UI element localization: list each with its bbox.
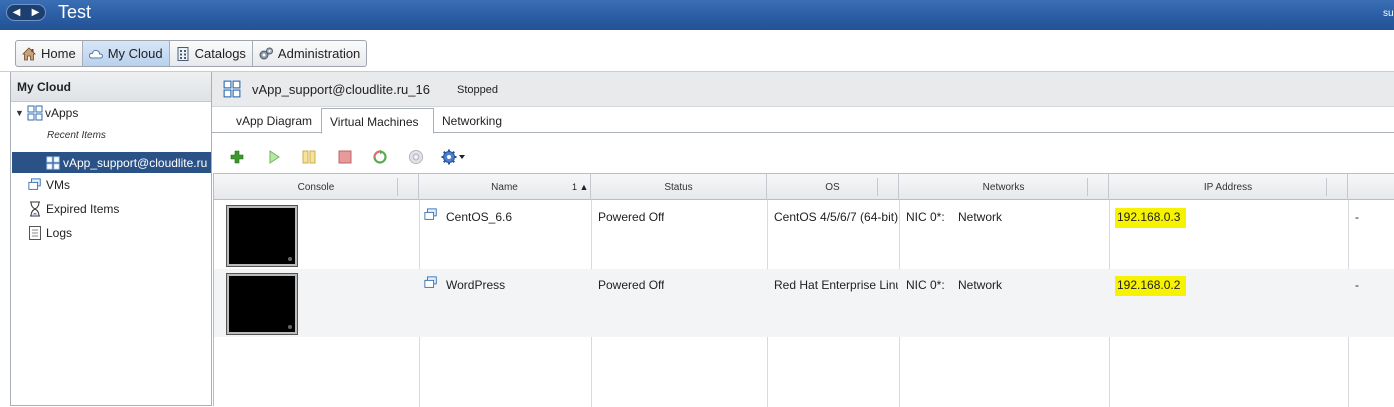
tab-virtual-machines[interactable]: Virtual Machines bbox=[321, 108, 434, 134]
nav-mycloud-label: My Cloud bbox=[107, 46, 163, 61]
column-ip-address[interactable]: IP Address bbox=[1109, 174, 1348, 200]
column-divider bbox=[1087, 178, 1088, 196]
power-on-icon[interactable] bbox=[266, 149, 282, 165]
column-networks[interactable]: Networks bbox=[899, 174, 1109, 200]
vapp-icon bbox=[27, 105, 43, 121]
sidebar-item-logs[interactable]: Logs bbox=[28, 224, 72, 242]
vm-extra-value: - bbox=[1355, 210, 1359, 224]
sort-indicator[interactable]: 1 ▲ bbox=[572, 182, 588, 192]
vm-toolbar bbox=[212, 144, 1394, 172]
vapp-status: Stopped bbox=[457, 84, 498, 96]
column-name[interactable]: Name bbox=[419, 174, 591, 200]
vm-name[interactable]: CentOS_6.6 bbox=[446, 210, 512, 224]
vm-console-thumbnail[interactable] bbox=[227, 206, 297, 266]
vapp-small-icon bbox=[46, 155, 60, 170]
suspend-icon[interactable] bbox=[301, 149, 317, 165]
sidebar-item-selected-vapp[interactable]: vApp_support@cloudlite.ru bbox=[12, 152, 211, 173]
vm-network: Network bbox=[958, 210, 1003, 224]
vm-os: CentOS 4/5/6/7 (64-bit) bbox=[774, 210, 898, 224]
nav-mycloud-button[interactable]: My Cloud bbox=[82, 41, 170, 66]
title-bar: ◀ ▶ Test su bbox=[0, 0, 1394, 30]
selected-vapp-label: vApp_support@cloudlite.ru bbox=[63, 155, 208, 170]
log-icon bbox=[29, 226, 41, 240]
nav-catalogs-button[interactable]: Catalogs bbox=[170, 41, 253, 66]
vapp-title: vApp_support@cloudlite.ru_16 bbox=[252, 82, 430, 97]
vapp-header: vApp_support@cloudlite.ru_16 Stopped bbox=[212, 72, 1394, 107]
top-navigation: Home My Cloud Catalogs Administration bbox=[0, 30, 1394, 72]
vm-name[interactable]: WordPress bbox=[446, 278, 505, 292]
actions-gear-icon[interactable] bbox=[441, 149, 467, 165]
vm-icon bbox=[28, 178, 41, 190]
column-os[interactable]: OS bbox=[767, 174, 899, 200]
nav-button-group: Home My Cloud Catalogs Administration bbox=[15, 40, 368, 67]
vm-icon bbox=[424, 208, 437, 220]
vm-grid: Console Name 1 ▲ Status OS Networks IP A… bbox=[213, 173, 1394, 407]
vm-status: Powered Off bbox=[598, 278, 665, 292]
column-status[interactable]: Status bbox=[591, 174, 767, 200]
sidebar: My Cloud ▼ vApps Recent Items vApp_suppo… bbox=[10, 72, 212, 406]
vapp-header-icon bbox=[223, 80, 241, 98]
add-icon[interactable] bbox=[229, 149, 245, 165]
column-divider bbox=[1326, 178, 1327, 196]
sidebar-item-expired[interactable]: Expired Items bbox=[28, 200, 119, 218]
admin-gear-icon bbox=[259, 47, 273, 59]
back-arrow-icon[interactable]: ◀ bbox=[13, 7, 21, 18]
insert-media-icon[interactable] bbox=[408, 149, 424, 165]
tab-strip: vApp Diagram Virtual Machines Networking bbox=[212, 108, 1394, 134]
forward-arrow-icon[interactable]: ▶ bbox=[32, 7, 40, 18]
tab-networking[interactable]: Networking bbox=[442, 108, 502, 133]
user-name[interactable]: su bbox=[1383, 8, 1394, 19]
vm-ip-address: 192.168.0.3 bbox=[1115, 208, 1187, 228]
column-divider bbox=[877, 178, 878, 196]
nav-catalogs-label: Catalogs bbox=[194, 46, 246, 61]
power-off-icon[interactable] bbox=[337, 149, 353, 165]
column-divider bbox=[397, 178, 398, 196]
vm-nic: NIC 0*: bbox=[906, 278, 945, 292]
main-panel: vApp_support@cloudlite.ru_16 Stopped vAp… bbox=[212, 72, 1394, 407]
grid-header: Console Name 1 ▲ Status OS Networks IP A… bbox=[214, 174, 1394, 200]
catalog-icon bbox=[177, 46, 189, 61]
column-console[interactable]: Console bbox=[214, 174, 419, 200]
reset-icon[interactable] bbox=[372, 149, 388, 165]
vm-icon bbox=[424, 276, 437, 288]
vm-ip-address: 192.168.0.2 bbox=[1115, 276, 1187, 296]
sidebar-item-vapps-label: vApps bbox=[45, 106, 79, 120]
vm-nic: NIC 0*: bbox=[906, 210, 945, 224]
hourglass-icon bbox=[30, 201, 40, 217]
nav-home-button[interactable]: Home bbox=[16, 41, 83, 66]
tab-vapp-diagram[interactable]: vApp Diagram bbox=[236, 108, 312, 133]
sidebar-item-vms-label: VMs bbox=[46, 178, 70, 192]
sidebar-item-expired-label: Expired Items bbox=[46, 202, 120, 216]
table-row[interactable]: WordPress Powered Off Red Hat Enterprise… bbox=[214, 269, 1394, 337]
app-title: Test bbox=[58, 2, 92, 22]
table-row[interactable]: CentOS_6.6 Powered Off CentOS 4/5/6/7 (6… bbox=[214, 201, 1394, 269]
back-forward-buttons[interactable]: ◀ ▶ bbox=[6, 4, 46, 21]
cloud-icon bbox=[88, 49, 103, 58]
sidebar-item-vapps[interactable]: ▼ vApps bbox=[15, 104, 78, 122]
sidebar-item-logs-label: Logs bbox=[46, 226, 73, 240]
nav-home-label: Home bbox=[41, 46, 76, 61]
sidebar-title: My Cloud bbox=[11, 72, 211, 102]
nav-administration-button[interactable]: Administration bbox=[253, 41, 366, 66]
vm-console-thumbnail[interactable] bbox=[227, 274, 297, 334]
tree-collapse-icon[interactable]: ▼ bbox=[15, 108, 27, 118]
recent-items-label: Recent Items bbox=[47, 130, 106, 141]
vm-status: Powered Off bbox=[598, 210, 665, 224]
vm-extra-value: - bbox=[1355, 278, 1359, 292]
nav-administration-label: Administration bbox=[277, 46, 361, 61]
sidebar-item-vms[interactable]: VMs bbox=[28, 176, 70, 194]
vm-os: Red Hat Enterprise Linux bbox=[774, 278, 898, 292]
vm-network: Network bbox=[958, 278, 1003, 292]
home-icon bbox=[22, 46, 36, 60]
